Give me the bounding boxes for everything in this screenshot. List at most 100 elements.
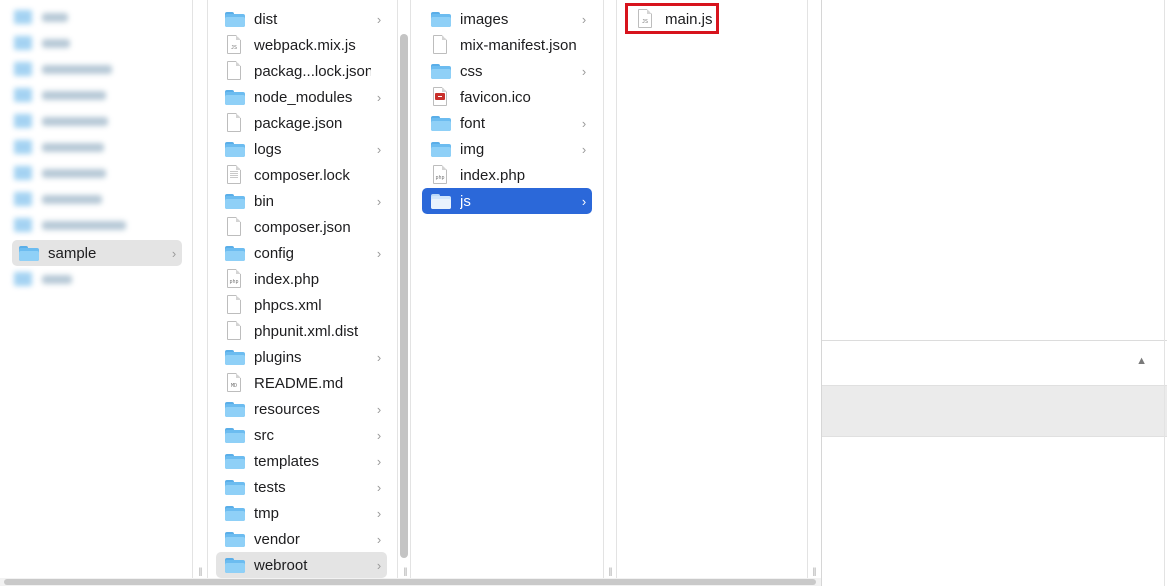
item-label: logs <box>254 140 282 158</box>
folder-icon <box>18 243 40 263</box>
folder-item-bin[interactable]: bin › <box>216 188 387 214</box>
file-item-packag-lock-json[interactable]: packag...lock.json <box>216 58 387 84</box>
folder-item-logs[interactable]: logs › <box>216 136 387 162</box>
folder-icon <box>224 139 246 159</box>
vertical-scrollbar-thumb[interactable] <box>400 34 408 558</box>
panel-header[interactable]: ▲ <box>822 341 1167 385</box>
collapse-arrow-icon[interactable]: ▲ <box>1136 355 1147 367</box>
folder-item-src[interactable]: src › <box>216 422 387 448</box>
file-item-phpcs-xml[interactable]: phpcs.xml <box>216 292 387 318</box>
sidebar-item-blurred[interactable] <box>14 60 112 78</box>
item-label: js <box>460 192 471 210</box>
item-label: webpack.mix.js <box>254 36 356 54</box>
column-resize-handle[interactable]: || <box>401 566 409 576</box>
file-item-webpack-mix-js[interactable]: JS webpack.mix.js <box>216 32 387 58</box>
item-label: composer.lock <box>254 166 350 184</box>
sidebar-item-blurred[interactable] <box>14 34 70 52</box>
item-label: resources <box>254 400 320 418</box>
sidebar-item-blurred[interactable] <box>14 164 106 182</box>
document-icon <box>430 35 452 55</box>
folder-item-plugins[interactable]: plugins › <box>216 344 387 370</box>
file-item-favicon-ico[interactable]: favicon.ico <box>422 84 592 110</box>
column-project-root: dist › JS webpack.mix.js packag...lock.json n… <box>208 0 398 578</box>
file-item-package-json[interactable]: package.json <box>216 110 387 136</box>
sidebar: sample › <box>0 0 192 578</box>
file-item-phpunit-xml-dist[interactable]: phpunit.xml.dist <box>216 318 387 344</box>
folder-icon <box>224 191 246 211</box>
folder-item-css[interactable]: css › <box>422 58 592 84</box>
item-label: phpunit.xml.dist <box>254 322 359 340</box>
document-icon: JS <box>224 35 246 55</box>
item-label: favicon.ico <box>460 88 531 106</box>
sidebar-item-blurred[interactable] <box>14 190 102 208</box>
column-webroot: images › mix-manifest.json css › favicon.ico f… <box>412 0 602 578</box>
folder-icon <box>224 529 246 549</box>
chevron-right-icon: › <box>376 427 382 443</box>
item-label: README.md <box>254 374 344 392</box>
document-icon: JS <box>635 9 657 29</box>
file-item-index-php[interactable]: php index.php <box>422 162 592 188</box>
folder-item-images[interactable]: images › <box>422 6 592 32</box>
folder-icon <box>224 9 246 29</box>
folder-item-tmp[interactable]: tmp › <box>216 500 387 526</box>
chevron-right-icon: › <box>581 193 587 209</box>
chevron-right-icon: › <box>376 349 382 365</box>
item-label: src <box>254 426 274 444</box>
item-label: plugins <box>254 348 302 366</box>
item-label: img <box>460 140 485 158</box>
document-icon: php <box>430 165 452 185</box>
chevron-right-icon: › <box>376 193 382 209</box>
column-resize-handle[interactable]: || <box>606 566 614 576</box>
column-divider <box>397 0 398 578</box>
file-item-index-php[interactable]: php index.php <box>216 266 387 292</box>
folder-item-resources[interactable]: resources › <box>216 396 387 422</box>
folder-item-dist[interactable]: dist › <box>216 6 387 32</box>
folder-item-img[interactable]: img › <box>422 136 592 162</box>
item-label: index.php <box>254 270 320 288</box>
folder-icon <box>224 243 246 263</box>
sidebar-item-blurred[interactable] <box>14 112 108 130</box>
folder-item-vendor[interactable]: vendor › <box>216 526 387 552</box>
item-label: mix-manifest.json <box>460 36 576 54</box>
column-resize-handle[interactable]: || <box>196 566 204 576</box>
folder-item-node-modules[interactable]: node_modules › <box>216 84 387 110</box>
folder-icon <box>224 477 246 497</box>
document-icon <box>224 295 246 315</box>
folder-icon <box>224 451 246 471</box>
sidebar-item-sample[interactable]: sample › <box>12 240 182 266</box>
sidebar-item-blurred[interactable] <box>14 8 68 26</box>
column-resize-handle[interactable]: || <box>810 566 818 576</box>
item-label: webroot <box>254 556 308 574</box>
chevron-right-icon: › <box>581 141 587 157</box>
chevron-right-icon: › <box>581 115 587 131</box>
sidebar-item-blurred[interactable] <box>14 216 126 234</box>
column-js: JS main.js <box>617 0 807 578</box>
folder-item-js[interactable]: js › <box>422 188 592 214</box>
folder-item-tests[interactable]: tests › <box>216 474 387 500</box>
column-divider[interactable] <box>192 0 193 578</box>
document-icon <box>430 87 452 107</box>
file-item-composer-json[interactable]: composer.json <box>216 214 387 240</box>
item-label: dist <box>254 10 278 28</box>
chevron-right-icon: › <box>376 89 382 105</box>
folder-item-config[interactable]: config › <box>216 240 387 266</box>
folder-item-webroot[interactable]: webroot › <box>216 552 387 578</box>
item-label: bin <box>254 192 275 210</box>
item-label: font <box>460 114 486 132</box>
file-item-main-js[interactable]: JS main.js <box>627 6 797 32</box>
file-item-composer-lock[interactable]: composer.lock <box>216 162 387 188</box>
horizontal-scrollbar-thumb[interactable] <box>4 579 816 585</box>
item-label: tmp <box>254 504 280 522</box>
folder-icon <box>430 113 452 133</box>
file-item-mix-manifest-json[interactable]: mix-manifest.json <box>422 32 592 58</box>
folder-item-templates[interactable]: templates › <box>216 448 387 474</box>
sidebar-item-blurred[interactable] <box>14 86 106 104</box>
folder-item-font[interactable]: font › <box>422 110 592 136</box>
item-label: tests <box>254 478 286 496</box>
sidebar-item-blurred[interactable] <box>14 138 104 156</box>
sidebar-item-blurred[interactable] <box>14 270 72 288</box>
item-label: phpcs.xml <box>254 296 322 314</box>
horizontal-scrollbar[interactable] <box>0 578 821 586</box>
chevron-right-icon: › <box>171 245 177 261</box>
file-item-readme-md[interactable]: MD README.md <box>216 370 387 396</box>
